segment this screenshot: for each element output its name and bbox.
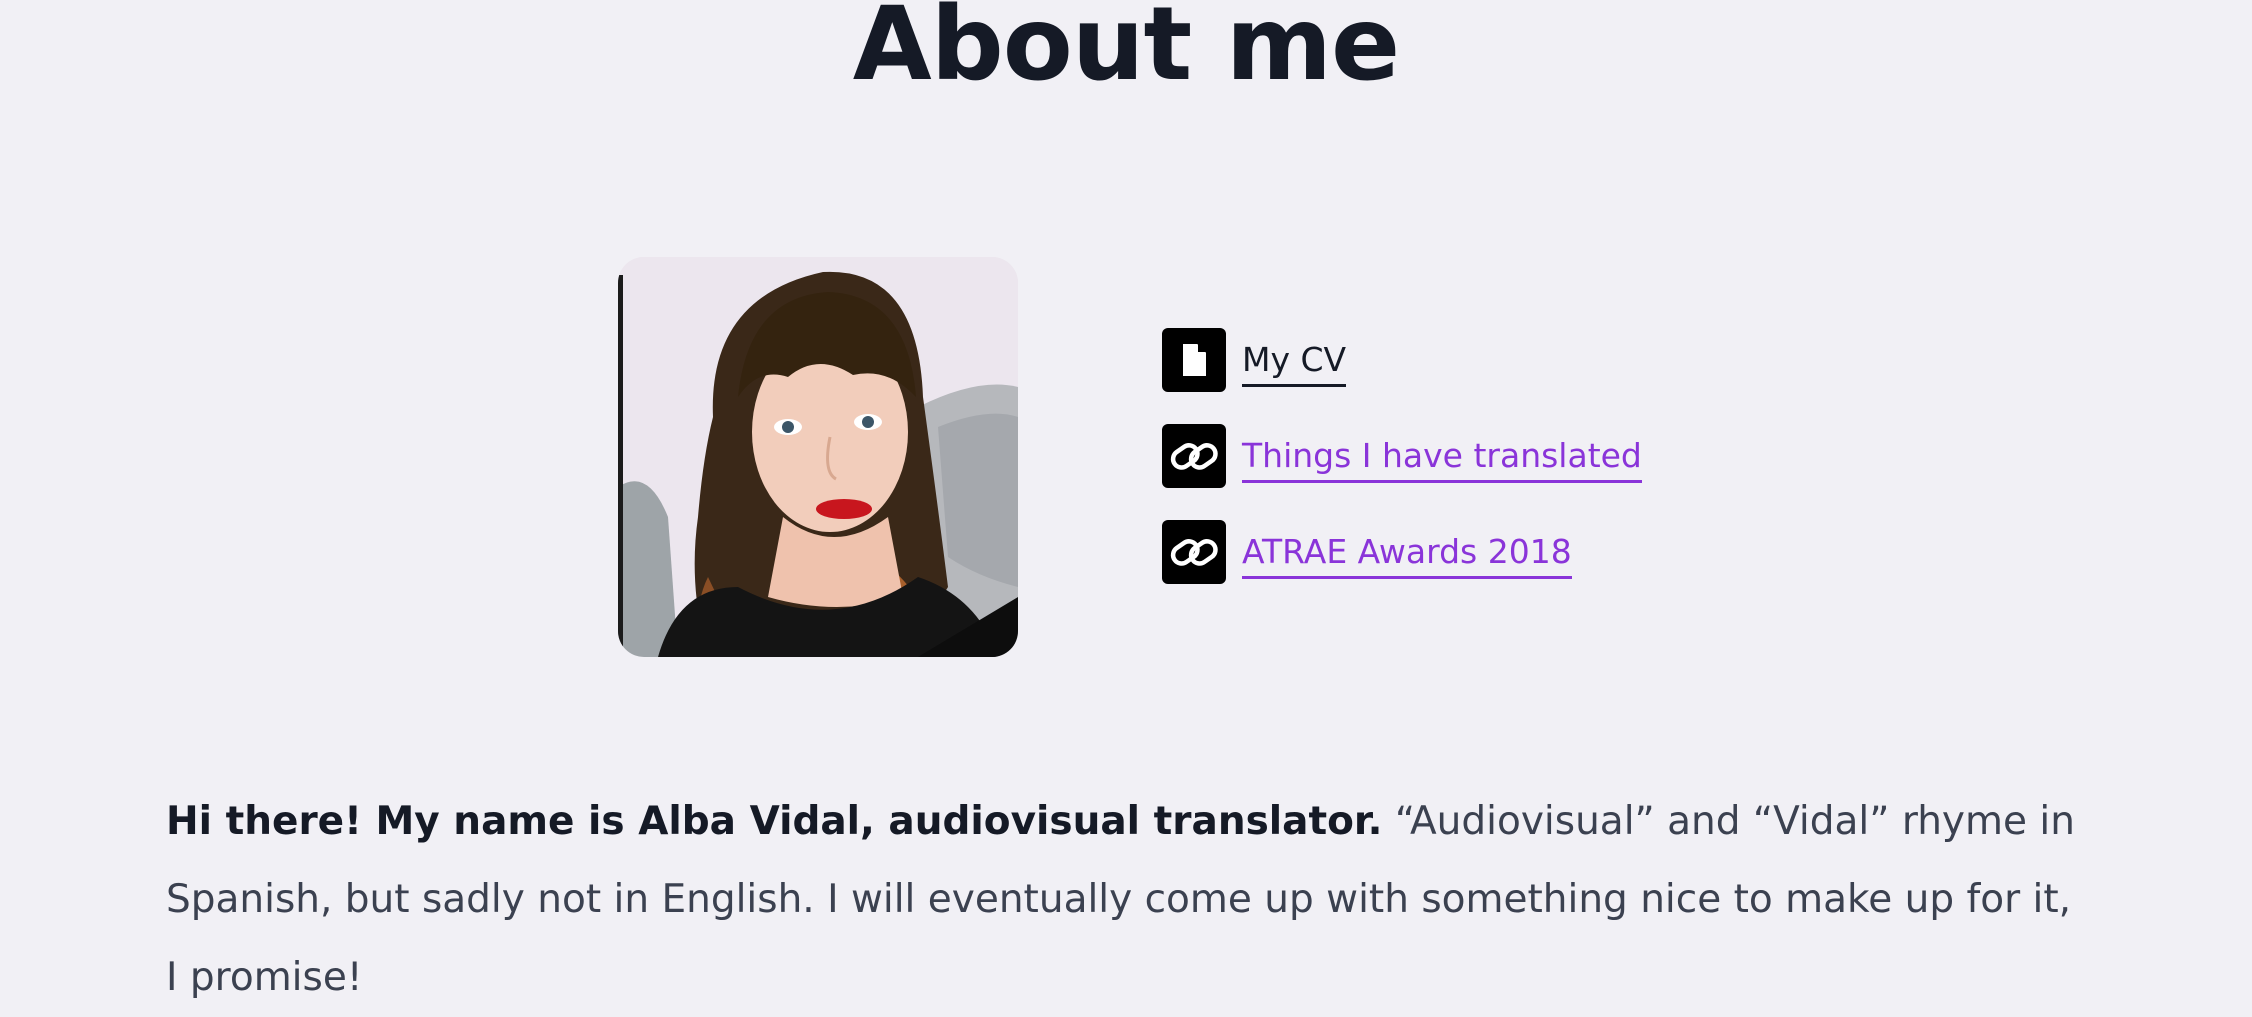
cv-link[interactable]: My CV bbox=[1242, 343, 1347, 387]
document-icon bbox=[1162, 328, 1226, 392]
link-icon bbox=[1162, 520, 1226, 584]
bio-paragraph: Hi there! My name is Alba Vidal, audiovi… bbox=[166, 783, 2086, 1017]
page-title: About me bbox=[852, 0, 1400, 104]
awards-link[interactable]: ATRAE Awards 2018 bbox=[1242, 535, 1572, 579]
translations-link[interactable]: Things I have translated bbox=[1242, 439, 1642, 483]
profile-photo bbox=[618, 257, 1018, 657]
link-icon bbox=[1162, 424, 1226, 488]
bio-intro: Hi there! My name is Alba Vidal, audiovi… bbox=[166, 799, 1383, 844]
